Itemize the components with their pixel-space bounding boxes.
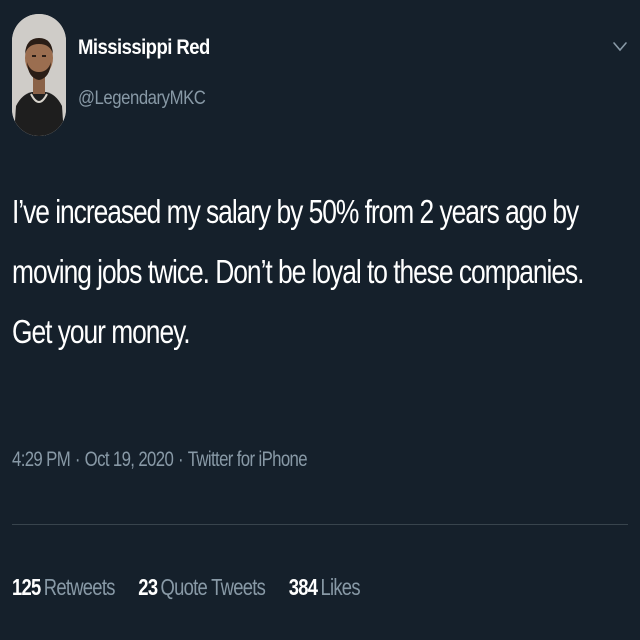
tweet-stats: 125 Retweets 23 Quote Tweets 384 Likes bbox=[12, 574, 379, 601]
meta-separator: · bbox=[177, 448, 184, 471]
chevron-down-icon[interactable] bbox=[608, 36, 632, 58]
retweets-count: 125 bbox=[12, 574, 41, 600]
quote-tweets-stat[interactable]: 23 Quote Tweets bbox=[138, 574, 266, 601]
divider bbox=[12, 524, 628, 525]
profile-photo-icon bbox=[12, 14, 66, 136]
avatar[interactable] bbox=[12, 14, 66, 136]
quote-tweets-label: Quote Tweets bbox=[160, 574, 266, 600]
tweet-text: I’ve increased my salary by 50% from 2 y… bbox=[12, 182, 620, 362]
meta-separator: · bbox=[74, 448, 81, 471]
retweets-stat[interactable]: 125 Retweets bbox=[12, 574, 115, 601]
tweet-text-line: Get your money. bbox=[12, 313, 191, 350]
tweet-date[interactable]: Oct 19, 2020 bbox=[85, 448, 174, 471]
author-handle[interactable]: @LegendaryMKC bbox=[78, 88, 206, 110]
tweet-card: Mississippi Red @LegendaryMKC I’ve incre… bbox=[0, 0, 640, 640]
likes-label: Likes bbox=[320, 574, 360, 600]
tweet-text-line: I’ve increased my salary by 50% from 2 y… bbox=[12, 193, 579, 230]
tweet-source[interactable]: Twitter for iPhone bbox=[188, 448, 308, 471]
retweets-label: Retweets bbox=[43, 574, 116, 600]
quote-tweets-count: 23 bbox=[138, 574, 158, 600]
likes-count: 384 bbox=[288, 574, 318, 600]
tweet-meta: 4:29 PM · Oct 19, 2020 · Twitter for iPhone bbox=[12, 448, 308, 472]
tweet-text-line: moving jobs twice. Don’t be loyal to the… bbox=[12, 253, 585, 290]
tweet-time[interactable]: 4:29 PM bbox=[12, 448, 71, 471]
likes-stat[interactable]: 384 Likes bbox=[288, 574, 361, 601]
author-name[interactable]: Mississippi Red bbox=[78, 36, 210, 60]
